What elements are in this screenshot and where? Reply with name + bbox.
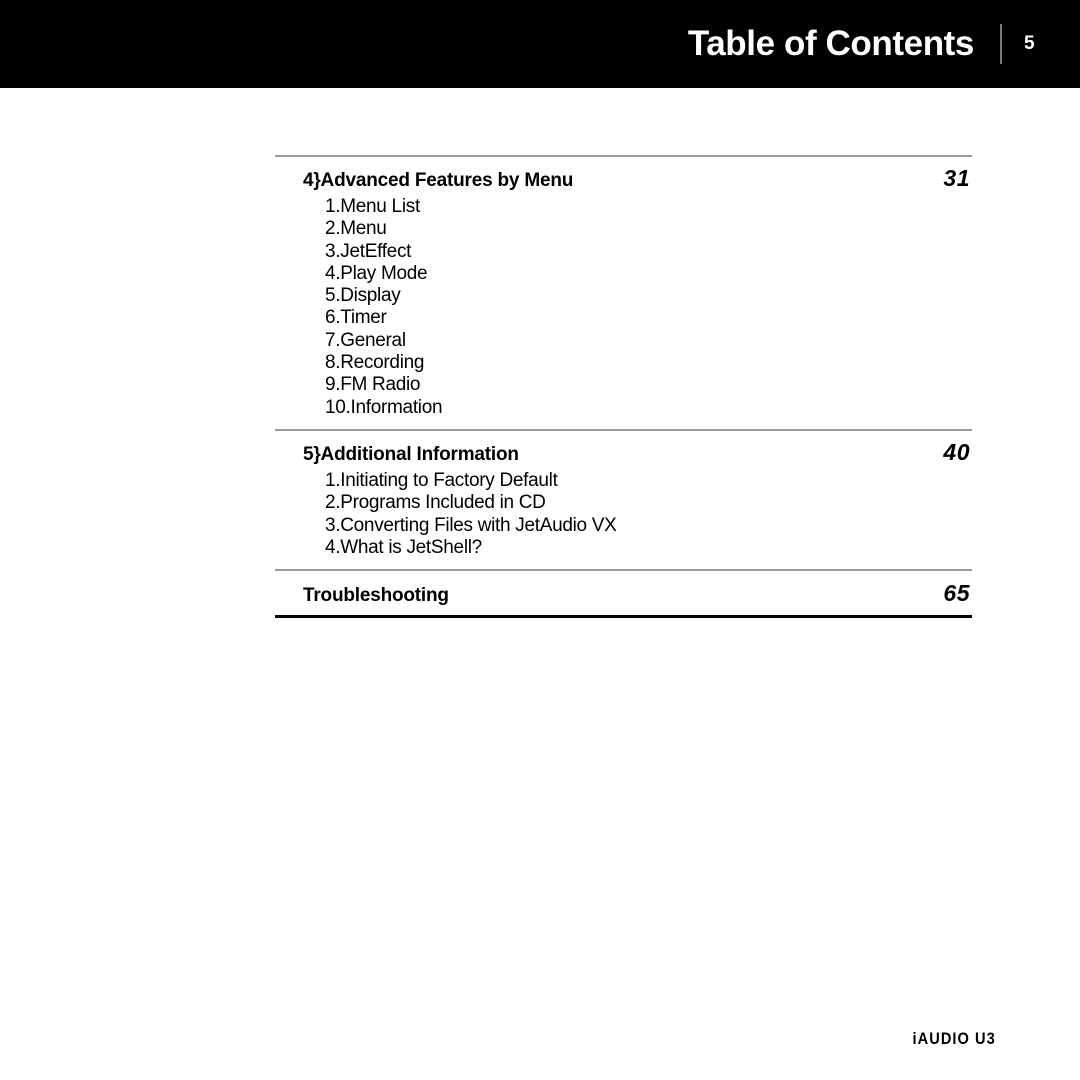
section-item-list: 1.Initiating to Factory Default 2.Progra… xyxy=(275,470,972,559)
section-header[interactable]: 4}Advanced Features by Menu 31 xyxy=(275,157,972,192)
section-header[interactable]: 5}Additional Information 40 xyxy=(275,431,972,466)
section-title: 4}Advanced Features by Menu xyxy=(303,170,574,191)
list-item[interactable]: 8.Recording xyxy=(325,352,972,374)
list-item[interactable]: 1.Menu List xyxy=(325,196,972,218)
page-header: Table of Contents 5 xyxy=(0,0,1080,88)
list-item[interactable]: 4.What is JetShell? xyxy=(325,537,972,559)
page-title: Table of Contents xyxy=(687,23,975,63)
footer-brand-label: iAUDIO U3 xyxy=(912,1029,996,1048)
section-page-number: 65 xyxy=(943,580,970,607)
table-of-contents: 4}Advanced Features by Menu 31 1.Menu Li… xyxy=(275,155,972,619)
section-header[interactable]: Troubleshooting 65 xyxy=(275,571,972,615)
list-item[interactable]: 2.Programs Included in CD xyxy=(325,492,972,514)
section-page-number: 31 xyxy=(943,165,970,191)
section-title: 5}Additional Information xyxy=(303,443,519,465)
list-item[interactable]: 5.Display xyxy=(325,285,972,307)
page-footer: iAUDIO U3 xyxy=(0,1029,1080,1049)
header-page-number: 5 xyxy=(1024,33,1035,54)
toc-section-additional-information: 5}Additional Information 40 1.Initiating… xyxy=(275,431,972,559)
section-item-list: 1.Menu List 2.Menu 3.JetEffect 4.Play Mo… xyxy=(275,196,972,419)
list-item[interactable]: 3.JetEffect xyxy=(325,241,972,263)
section-title: Troubleshooting xyxy=(303,585,449,607)
list-item[interactable]: 1.Initiating to Factory Default xyxy=(325,470,972,492)
list-item[interactable]: 4.Play Mode xyxy=(325,263,972,285)
section-rule-bottom xyxy=(275,615,972,619)
list-item[interactable]: 6.Timer xyxy=(325,307,972,329)
list-item[interactable]: 7.General xyxy=(325,330,972,352)
list-item[interactable]: 2.Menu xyxy=(325,218,972,240)
list-item[interactable]: 9.FM Radio xyxy=(325,374,972,396)
toc-section-advanced-features: 4}Advanced Features by Menu 31 1.Menu Li… xyxy=(275,157,972,419)
section-page-number: 40 xyxy=(943,438,970,465)
list-item[interactable]: 3.Converting Files with JetAudio VX xyxy=(325,515,972,537)
header-divider xyxy=(1000,24,1002,64)
toc-section-troubleshooting: Troubleshooting 65 xyxy=(275,571,972,615)
list-item[interactable]: 10.Information xyxy=(325,397,972,419)
